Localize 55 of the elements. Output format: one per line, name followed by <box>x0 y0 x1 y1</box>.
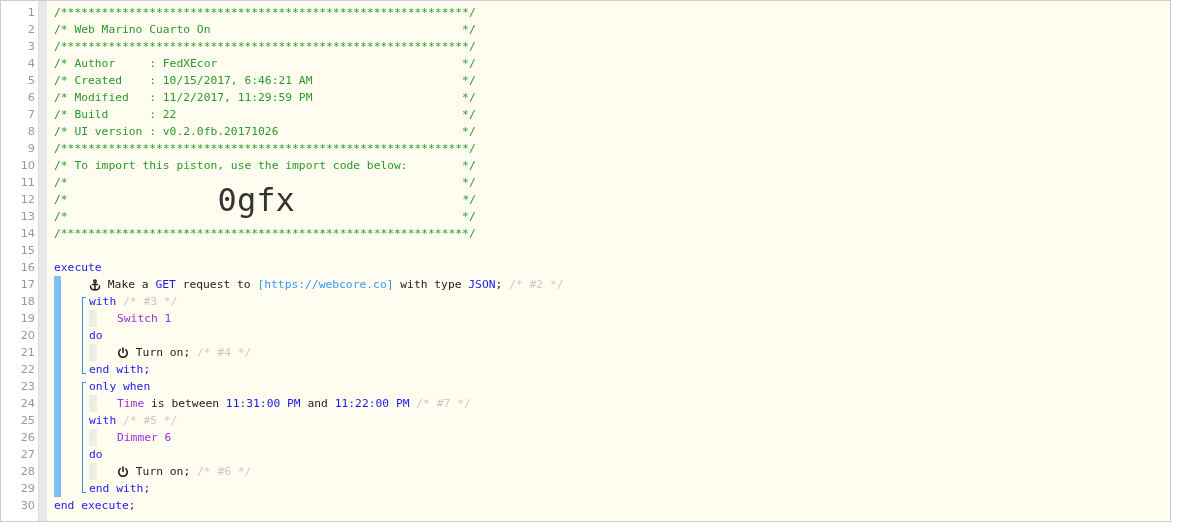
line-number: 26 <box>19 430 35 446</box>
line-number: 21 <box>19 345 35 361</box>
code-text: Switch 1 <box>117 311 172 327</box>
code-text: /* Web Marino Cuarto On */ <box>54 22 476 38</box>
line-number: 29 <box>19 481 35 497</box>
code-text: do <box>89 328 103 344</box>
line-number: 6 <box>26 90 35 106</box>
code-text: /* Created : 10/15/2017, 6:46:21 AM */ <box>54 73 476 89</box>
code-text: end with; <box>89 481 151 497</box>
line-number: 11 <box>19 175 35 191</box>
code-text: /* Modified : 11/2/2017, 11:29:59 PM */ <box>54 90 476 106</box>
line-number: 8 <box>26 124 35 140</box>
code-text: only when <box>89 379 151 395</box>
code-text: /* Build : 22 */ <box>54 107 476 123</box>
line-number: 19 <box>19 311 35 327</box>
line-number: 12 <box>19 192 35 208</box>
line-number: 25 <box>19 413 35 429</box>
line-number: 18 <box>19 294 35 310</box>
code-text: execute <box>54 260 102 276</box>
code-text: /************************************************************/ <box>54 141 476 157</box>
code-text: /* Author : FedXEcor */ <box>54 56 476 72</box>
line-number: 16 <box>19 260 35 276</box>
anchor-icon <box>89 278 101 291</box>
code-text: /* UI version : v0.2.0fb.20171026 */ <box>54 124 476 140</box>
line-number: 20 <box>19 328 35 344</box>
power-icon <box>117 465 129 478</box>
code-text: */ <box>462 192 476 208</box>
code-text: end execute; <box>54 498 136 514</box>
line-number: 10 <box>19 158 35 174</box>
line-number: 14 <box>19 226 35 242</box>
line-number: 23 <box>19 379 35 395</box>
line-number: 3 <box>26 39 35 55</box>
line-number: 4 <box>26 56 35 72</box>
code-text: /* <box>54 192 68 208</box>
line-number: 15 <box>19 243 35 259</box>
code-text: /************************************************************/ <box>54 5 476 21</box>
code-text: end with; <box>89 362 151 378</box>
line-number: 24 <box>19 396 35 412</box>
code-text: /* To import this piston, use the import code below: */ <box>54 158 476 174</box>
power-icon <box>117 346 129 359</box>
code-text: Dimmer 6 <box>117 430 172 446</box>
line-number: 28 <box>19 464 35 480</box>
line-number: 7 <box>26 107 35 123</box>
line-number: 9 <box>26 141 35 157</box>
line-number: 13 <box>19 209 35 225</box>
line-number: 2 <box>26 22 35 38</box>
code-text: /************************************************************/ <box>54 39 476 55</box>
line-number: 17 <box>19 277 35 293</box>
line-number: 1 <box>26 5 35 21</box>
line-number: 27 <box>19 447 35 463</box>
code-text: /************************************************************/ <box>54 226 476 242</box>
code-text: do <box>89 447 103 463</box>
line-number: 30 <box>19 498 35 514</box>
line-number: 5 <box>26 73 35 89</box>
line-number: 22 <box>19 362 35 378</box>
